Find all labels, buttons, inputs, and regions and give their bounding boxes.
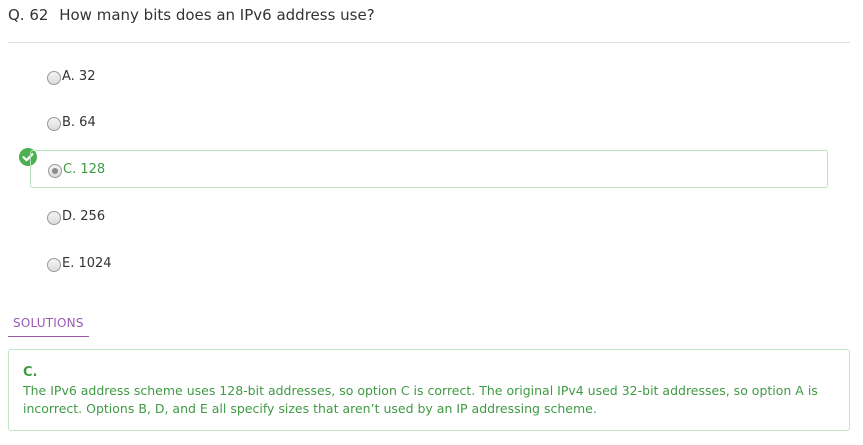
option-c[interactable]: C. 128 bbox=[30, 150, 828, 188]
solution-panel: C. The IPv6 address scheme uses 128-bit … bbox=[8, 349, 850, 431]
solution-explanation: The IPv6 address scheme uses 128-bit add… bbox=[23, 383, 818, 416]
option-c-label: C. 128 bbox=[63, 161, 106, 177]
option-d[interactable]: D. 256 bbox=[30, 197, 828, 235]
radio-button-c[interactable] bbox=[48, 164, 62, 178]
option-e-label: E. 1024 bbox=[62, 255, 112, 271]
radio-button-d[interactable] bbox=[47, 211, 61, 225]
divider bbox=[8, 42, 850, 43]
question-text: How many bits does an IPv6 address use? bbox=[59, 6, 375, 24]
question-number: Q. 62 bbox=[8, 6, 49, 24]
option-b[interactable]: B. 64 bbox=[30, 103, 828, 141]
radio-button-e[interactable] bbox=[47, 258, 61, 272]
radio-button-b[interactable] bbox=[47, 117, 61, 131]
option-a-label: A. 32 bbox=[62, 68, 96, 84]
solution-answer: C. bbox=[23, 365, 38, 380]
radio-button-a[interactable] bbox=[47, 71, 61, 85]
question-title: Q. 62 How many bits does an IPv6 address… bbox=[8, 6, 375, 24]
option-a[interactable]: A. 32 bbox=[30, 57, 828, 95]
solutions-tab[interactable]: SOLUTIONS bbox=[8, 316, 89, 337]
option-b-label: B. 64 bbox=[62, 114, 96, 130]
option-d-label: D. 256 bbox=[62, 208, 106, 224]
option-e[interactable]: E. 1024 bbox=[30, 244, 828, 282]
